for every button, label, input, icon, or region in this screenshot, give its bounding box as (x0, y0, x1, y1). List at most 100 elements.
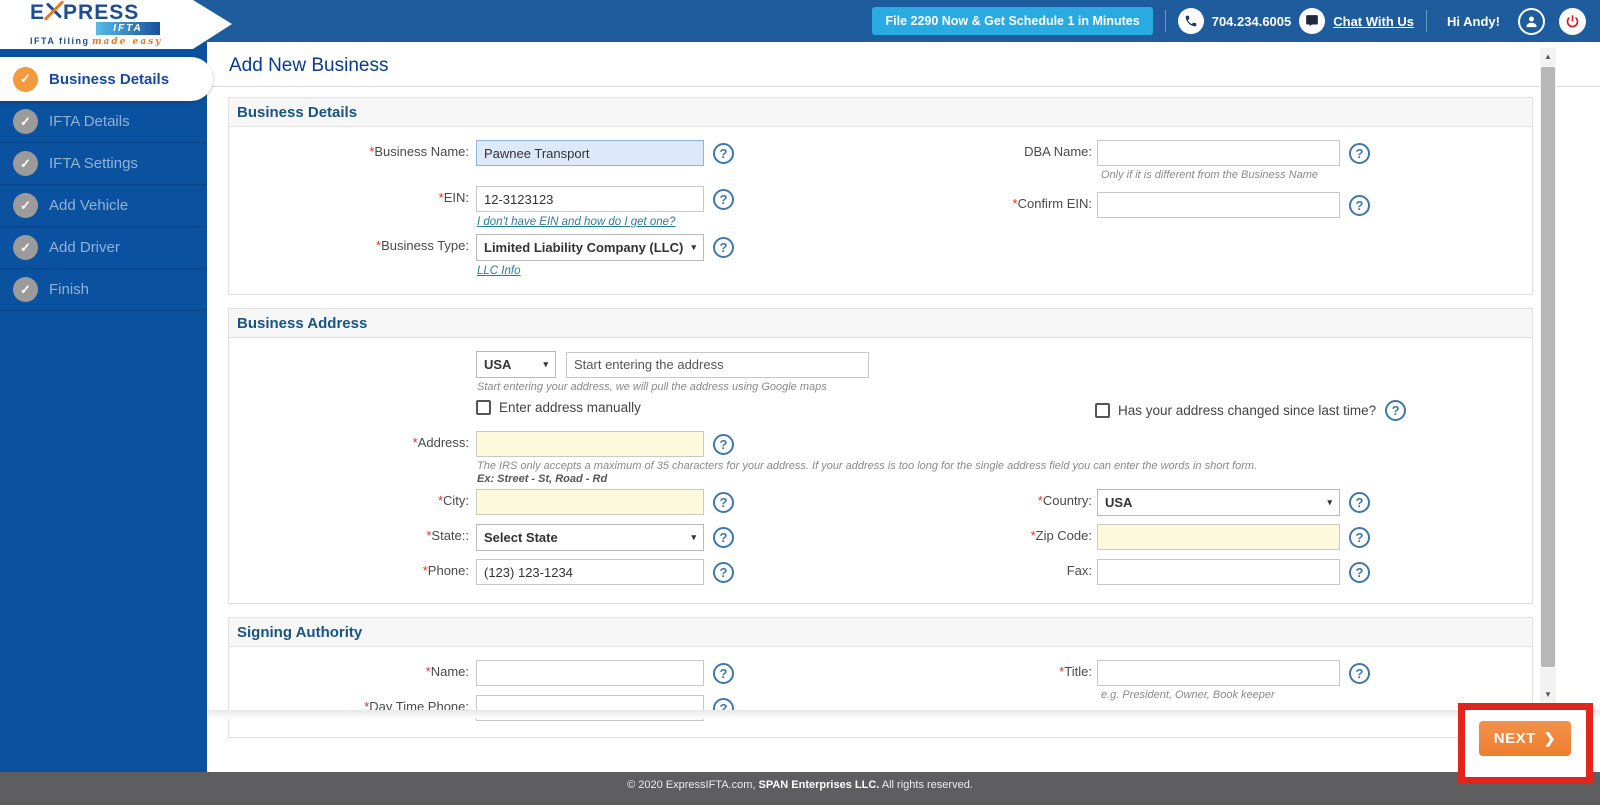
address-country-select[interactable]: USA ▾ (476, 351, 556, 378)
address-help-icon[interactable]: ? (713, 433, 734, 455)
fax-input[interactable] (1097, 559, 1340, 585)
sidebar-item-finish[interactable]: ✓ Finish (0, 269, 207, 311)
city-input[interactable] (476, 489, 704, 515)
dba-name-helper: Only if it is different from the Busines… (1101, 169, 1319, 181)
step-check-icon: ✓ (13, 193, 38, 218)
account-icon[interactable] (1518, 7, 1545, 35)
zip-code-help-icon[interactable]: ? (1349, 526, 1370, 548)
sidebar-item-label: Business Details (49, 70, 170, 88)
business-details-section: Business Details *Business Name: ? DBA N… (228, 97, 1533, 295)
fax-label: Fax: (1066, 563, 1092, 578)
dba-name-label: DBA Name: (1024, 144, 1092, 159)
enter-address-manually-checkbox[interactable] (476, 400, 491, 415)
confirm-ein-label: *Confirm EIN: (1012, 196, 1092, 211)
scroll-down-icon[interactable]: ▼ (1540, 686, 1556, 703)
page-title: Add New Business (207, 42, 1600, 87)
signing-name-label: *Name: (425, 664, 469, 679)
sidebar-item-business-details[interactable]: ✓ Business Details (0, 57, 213, 101)
city-label: *City: (437, 493, 469, 508)
header-divider (1164, 10, 1166, 32)
business-name-help-icon[interactable]: ? (713, 142, 734, 164)
ein-info-link[interactable]: I don't have EIN and how do I get one? (477, 216, 675, 228)
user-greeting: Hi Andy! (1447, 13, 1500, 29)
signing-title-help-icon[interactable]: ? (1349, 662, 1370, 684)
step-check-icon: ✓ (13, 235, 38, 260)
section-title: Signing Authority (229, 618, 1532, 647)
country-help-icon[interactable]: ? (1349, 492, 1370, 513)
dropdown-arrow-icon: ▾ (543, 359, 548, 369)
dropdown-arrow-icon: ▾ (1327, 497, 1332, 507)
country-select[interactable]: USA ▾ (1097, 489, 1340, 516)
vertical-scrollbar[interactable]: ▲ ▼ (1540, 48, 1556, 703)
address-changed-help-icon[interactable]: ? (1385, 400, 1407, 421)
state-select[interactable]: Select State ▾ (476, 524, 704, 551)
next-button[interactable]: NEXT ❯ (1478, 721, 1571, 756)
sidebar-item-ifta-settings[interactable]: ✓ IFTA Settings (0, 143, 207, 185)
wizard-sidebar: ✓ Business Details ✓ IFTA Details ✓ IFTA… (0, 42, 213, 772)
signing-title-label: *Title: (1059, 664, 1092, 679)
address-changed-label: Has your address changed since last time… (1118, 403, 1377, 418)
ein-label: *EIN: (438, 190, 469, 205)
address-label: *Address: (412, 435, 469, 450)
section-title: Business Address (229, 309, 1532, 338)
sidebar-item-label: Add Driver (49, 239, 120, 256)
confirm-ein-input[interactable] (1097, 192, 1340, 218)
sidebar-item-add-driver[interactable]: ✓ Add Driver (0, 227, 207, 269)
zip-code-label: *Zip Code: (1030, 528, 1092, 543)
footer-company: SPAN Enterprises LLC. (758, 779, 880, 791)
address-input[interactable] (476, 431, 704, 457)
phone-help-icon[interactable]: ? (713, 561, 734, 583)
confirm-ein-help-icon[interactable]: ? (1349, 194, 1370, 216)
llc-info-link[interactable]: LLC Info (477, 265, 520, 277)
dba-name-input[interactable] (1097, 140, 1340, 166)
state-help-icon[interactable]: ? (713, 527, 734, 548)
sidebar-item-add-vehicle[interactable]: ✓ Add Vehicle (0, 185, 207, 227)
ein-help-icon[interactable]: ? (713, 188, 734, 210)
business-name-label: *Business Name: (369, 144, 469, 159)
business-name-input[interactable] (476, 140, 704, 166)
business-type-help-icon[interactable]: ? (713, 237, 734, 258)
form-content: Business Details *Business Name: ? DBA N… (228, 97, 1533, 738)
scroll-up-icon[interactable]: ▲ (1540, 48, 1556, 65)
content-bottom-shadow (207, 710, 1600, 719)
state-label: *State:: (426, 528, 469, 543)
header-divider (1426, 10, 1428, 32)
ein-input[interactable] (476, 186, 704, 212)
phone-label: *Phone: (422, 563, 469, 578)
top-header: File 2290 Now & Get Schedule 1 in Minute… (0, 0, 1600, 42)
chat-icon (1299, 8, 1326, 34)
signing-authority-section: Signing Authority *Name: ? *Title: ? e.g… (228, 617, 1533, 738)
signing-name-help-icon[interactable]: ? (713, 662, 734, 684)
phone-input[interactable] (476, 559, 704, 585)
footer-copyright: © 2020 ExpressIFTA.com, (627, 779, 759, 791)
enter-address-manually-label: Enter address manually (499, 400, 641, 415)
dropdown-arrow-icon: ▾ (691, 242, 696, 252)
address-search-helper: Start entering your address, we will pul… (477, 381, 827, 393)
sidebar-item-ifta-details[interactable]: ✓ IFTA Details (0, 101, 207, 143)
chat-with-us-link[interactable]: Chat With Us (1333, 14, 1414, 29)
business-type-select[interactable]: Limited Liability Company (LLC) ▾ (476, 234, 704, 261)
scrollbar-thumb[interactable] (1541, 67, 1555, 667)
address-search-input[interactable] (566, 351, 869, 378)
annotation-highlight-box: NEXT ❯ (1458, 703, 1593, 784)
address-changed-row: Has your address changed since last time… (1095, 400, 1407, 421)
logout-power-icon[interactable] (1559, 7, 1586, 35)
logo-x-glyph (43, 0, 65, 21)
city-help-icon[interactable]: ? (713, 491, 734, 513)
logo-brand-text: E PRESS (30, 0, 140, 24)
fax-help-icon[interactable]: ? (1349, 561, 1370, 583)
support-phone-number: 704.234.6005 (1211, 13, 1292, 29)
sidebar-item-label: Finish (49, 281, 90, 298)
step-check-icon: ✓ (13, 109, 38, 134)
express-ifta-logo[interactable]: E PRESS IFTA IFTA filing made easy (0, 0, 232, 49)
step-check-icon: ✓ (13, 66, 38, 92)
step-check-icon: ✓ (13, 151, 38, 176)
address-helper: The IRS only accepts a maximum of 35 cha… (477, 460, 1258, 472)
step-check-icon: ✓ (13, 277, 38, 302)
file-2290-button[interactable]: File 2290 Now & Get Schedule 1 in Minute… (872, 7, 1153, 35)
signing-name-input[interactable] (476, 660, 704, 686)
address-changed-checkbox[interactable] (1095, 403, 1110, 418)
dba-name-help-icon[interactable]: ? (1349, 142, 1370, 164)
zip-code-input[interactable] (1097, 524, 1340, 550)
signing-title-input[interactable] (1097, 660, 1340, 686)
